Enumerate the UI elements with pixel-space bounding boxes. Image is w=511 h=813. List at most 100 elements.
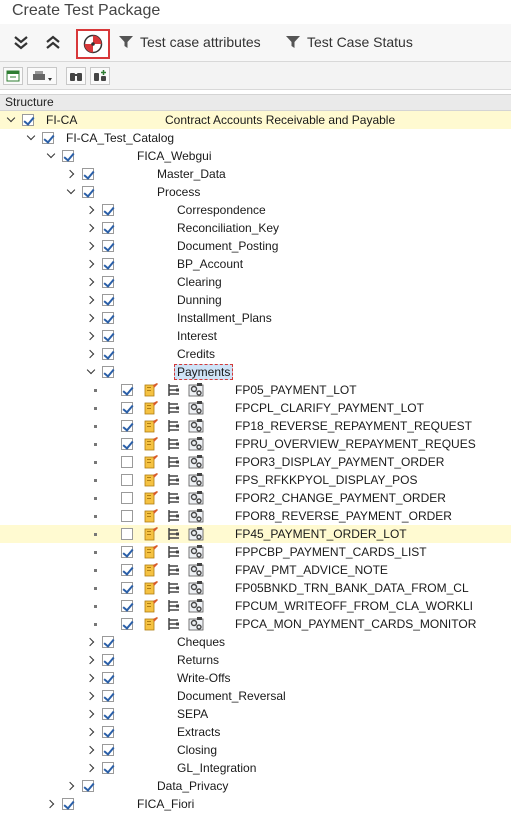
tree-leaf-row[interactable]: FPCA_MON_PAYMENT_CARDS_MONITOR xyxy=(0,615,511,633)
caret-down-icon[interactable] xyxy=(6,114,16,126)
tree-node-row[interactable]: Document_Posting xyxy=(0,237,511,255)
caret-down-icon[interactable] xyxy=(46,150,56,162)
tree-checkbox[interactable] xyxy=(121,474,133,486)
tree-node-row[interactable]: Document_Reversal xyxy=(0,687,511,705)
find-next-button[interactable] xyxy=(90,67,110,85)
tree-node-row[interactable]: FICA_Webgui xyxy=(0,147,511,165)
tree-checkbox[interactable] xyxy=(62,150,74,162)
tree-checkbox[interactable] xyxy=(102,726,114,738)
tree-node-row[interactable]: Closing xyxy=(0,741,511,759)
caret-right-icon[interactable] xyxy=(86,348,96,360)
tree-leaf-row[interactable]: FPPCBP_PAYMENT_CARDS_LIST xyxy=(0,543,511,561)
tree-checkbox[interactable] xyxy=(121,402,133,414)
tree-checkbox[interactable] xyxy=(121,492,133,504)
tree-checkbox[interactable] xyxy=(102,708,114,720)
caret-right-icon[interactable] xyxy=(86,726,96,738)
tree-checkbox[interactable] xyxy=(102,672,114,684)
tree-checkbox[interactable] xyxy=(102,654,114,666)
caret-right-icon[interactable] xyxy=(86,240,96,252)
tree-checkbox[interactable] xyxy=(102,294,114,306)
tree-node-row[interactable]: FI-CA Contract Accounts Receivable and Pa… xyxy=(0,111,511,129)
tree-checkbox[interactable] xyxy=(22,114,34,126)
tree-node-row[interactable]: SEPA xyxy=(0,705,511,723)
caret-right-icon[interactable] xyxy=(46,798,56,810)
tree-checkbox[interactable] xyxy=(102,222,114,234)
tree-leaf-row[interactable]: FPOR3_DISPLAY_PAYMENT_ORDER xyxy=(0,453,511,471)
tree-checkbox[interactable] xyxy=(42,132,54,144)
tree-leaf-row[interactable]: FPCPL_CLARIFY_PAYMENT_LOT xyxy=(0,399,511,417)
caret-right-icon[interactable] xyxy=(86,222,96,234)
tree-checkbox[interactable] xyxy=(62,798,74,810)
caret-right-icon[interactable] xyxy=(66,780,76,792)
tree-node-row[interactable]: Credits xyxy=(0,345,511,363)
tree-checkbox[interactable] xyxy=(121,384,133,396)
caret-right-icon[interactable] xyxy=(86,204,96,216)
caret-right-icon[interactable] xyxy=(86,762,96,774)
tree-checkbox[interactable] xyxy=(102,690,114,702)
tree-node-row[interactable]: Dunning xyxy=(0,291,511,309)
tree-node-row[interactable]: Reconciliation_Key xyxy=(0,219,511,237)
tree-node-row[interactable]: Master_Data xyxy=(0,165,511,183)
print-button[interactable] xyxy=(27,67,57,85)
tree-leaf-row[interactable]: FPRU_OVERVIEW_REPAYMENT_REQUES xyxy=(0,435,511,453)
tree-checkbox[interactable] xyxy=(121,600,133,612)
tree-node-row[interactable]: Interest xyxy=(0,327,511,345)
caret-down-icon[interactable] xyxy=(86,366,96,378)
tree-checkbox[interactable] xyxy=(82,186,94,198)
tree-checkbox[interactable] xyxy=(121,582,133,594)
tree-node-row[interactable]: GL_Integration xyxy=(0,759,511,777)
caret-down-icon[interactable] xyxy=(66,186,76,198)
caret-right-icon[interactable] xyxy=(86,312,96,324)
caret-right-icon[interactable] xyxy=(86,636,96,648)
tree-leaf-row[interactable]: FP18_REVERSE_REPAYMENT_REQUEST xyxy=(0,417,511,435)
tree-checkbox[interactable] xyxy=(102,348,114,360)
caret-down-icon[interactable] xyxy=(26,132,36,144)
tree-leaf-row[interactable]: FPAV_PMT_ADVICE_NOTE xyxy=(0,561,511,579)
tree-checkbox[interactable] xyxy=(102,366,114,378)
tree-node-row[interactable]: Extracts xyxy=(0,723,511,741)
caret-right-icon[interactable] xyxy=(86,708,96,720)
target-button[interactable] xyxy=(76,29,110,59)
expand-all-button[interactable] xyxy=(8,32,34,54)
tree-checkbox[interactable] xyxy=(82,780,94,792)
tree-checkbox[interactable] xyxy=(82,168,94,180)
tree-checkbox[interactable] xyxy=(121,564,133,576)
tree-checkbox[interactable] xyxy=(102,258,114,270)
tree-checkbox[interactable] xyxy=(121,456,133,468)
find-button[interactable] xyxy=(66,67,86,85)
tree-checkbox[interactable] xyxy=(102,636,114,648)
tree-checkbox[interactable] xyxy=(121,438,133,450)
caret-right-icon[interactable] xyxy=(86,672,96,684)
caret-right-icon[interactable] xyxy=(86,258,96,270)
tree-checkbox[interactable] xyxy=(121,420,133,432)
tree-node-row[interactable]: FICA_Fiori xyxy=(0,795,511,813)
tree-node-row[interactable]: Correspondence xyxy=(0,201,511,219)
tree-checkbox[interactable] xyxy=(102,312,114,324)
tree-checkbox[interactable] xyxy=(121,510,133,522)
tree-checkbox[interactable] xyxy=(102,330,114,342)
tree-leaf-row[interactable]: FPOR2_CHANGE_PAYMENT_ORDER xyxy=(0,489,511,507)
tree-checkbox[interactable] xyxy=(102,762,114,774)
tree-node-row[interactable]: BP_Account xyxy=(0,255,511,273)
caret-right-icon[interactable] xyxy=(86,276,96,288)
tree-leaf-row[interactable]: FPCUM_WRITEOFF_FROM_CLA_WORKLI xyxy=(0,597,511,615)
tree-checkbox[interactable] xyxy=(102,204,114,216)
tree-node-row[interactable]: Write-Offs xyxy=(0,669,511,687)
tree-node-row[interactable]: Cheques xyxy=(0,633,511,651)
tree-node-row[interactable]: Installment_Plans xyxy=(0,309,511,327)
caret-right-icon[interactable] xyxy=(86,744,96,756)
caret-right-icon[interactable] xyxy=(86,294,96,306)
tree-node-row[interactable]: FI-CA_Test_Catalog xyxy=(0,129,511,147)
test-case-attributes-button[interactable]: Test case attributes xyxy=(118,32,261,52)
tree-leaf-row[interactable]: FPS_RFKKPYOL_DISPLAY_POS xyxy=(0,471,511,489)
tree-checkbox[interactable] xyxy=(121,528,133,540)
caret-right-icon[interactable] xyxy=(86,690,96,702)
tree-node-row[interactable]: Process xyxy=(0,183,511,201)
tree-leaf-row[interactable]: FP45_PAYMENT_ORDER_LOT xyxy=(0,525,511,543)
tree-checkbox[interactable] xyxy=(102,240,114,252)
tree-node-row[interactable]: Clearing xyxy=(0,273,511,291)
collapse-all-button[interactable] xyxy=(40,32,66,54)
tree-checkbox[interactable] xyxy=(121,618,133,630)
caret-right-icon[interactable] xyxy=(66,168,76,180)
export-button[interactable] xyxy=(3,67,23,85)
